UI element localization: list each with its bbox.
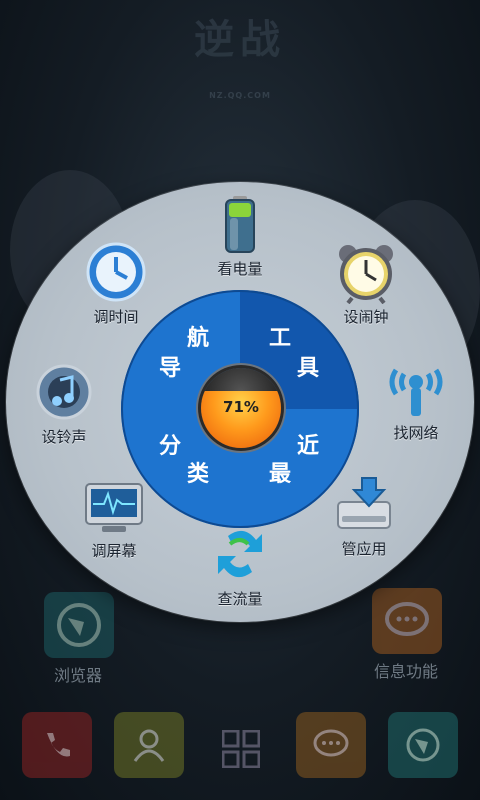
browser-app-label: 浏览器 — [53, 666, 102, 685]
phone-icon — [47, 733, 70, 757]
segment-categories-char-2: 类 — [187, 462, 210, 487]
menu-item-data-traffic[interactable]: 查流量 — [190, 522, 290, 609]
memory-gauge[interactable]: 71% — [201, 368, 281, 448]
menu-item-screen-label: 调屏幕 — [91, 542, 137, 560]
dock-phone[interactable] — [22, 712, 92, 778]
app-drawer-button[interactable] — [221, 729, 261, 769]
wallpaper-logo-subtext: NZ.QQ.COM — [209, 91, 271, 100]
segment-recent-char-2: 最 — [269, 462, 292, 487]
menu-item-ringtone[interactable]: 设铃声 — [14, 360, 114, 447]
segment-navigation-char-2: 导 — [159, 356, 182, 381]
memory-gauge-percent: 71% — [223, 398, 259, 416]
menu-item-data-traffic-label: 查流量 — [217, 590, 263, 608]
dock-browser[interactable] — [388, 712, 458, 778]
wallpaper-logo: 逆战 NZ.QQ.COM — [150, 10, 330, 100]
browser-app-icon[interactable] — [44, 592, 114, 658]
menu-item-network-label: 找网络 — [393, 424, 439, 442]
menu-item-battery[interactable]: 看电量 — [190, 192, 290, 279]
messages-app-label: 信息功能 — [373, 662, 438, 681]
chat-bubble-icon — [385, 602, 429, 636]
wifi-antenna-icon — [389, 368, 443, 416]
globe-icon — [57, 603, 101, 647]
battery-icon — [225, 196, 255, 253]
segment-navigation-char-1: 航 — [187, 326, 210, 351]
data-traffic-icon — [218, 530, 262, 578]
ringtone-icon — [36, 364, 92, 420]
app-drawer-icon — [221, 729, 261, 769]
segment-categories-char-1: 分 — [159, 434, 182, 459]
menu-item-battery-label: 看电量 — [217, 260, 263, 278]
segment-tools-char-1: 工 — [269, 326, 292, 351]
menu-item-app-manager-label: 管应用 — [341, 540, 387, 558]
wallpaper-logo-text: 逆战 — [194, 17, 286, 63]
category-wheel: 航 导 工 具 近 最 分 类 71% — [121, 290, 359, 528]
segment-tools-char-2: 具 — [297, 356, 320, 381]
menu-item-network[interactable]: 找网络 — [366, 356, 466, 443]
messages-icon — [313, 729, 349, 757]
contacts-icon — [133, 729, 165, 762]
dock-contacts[interactable] — [114, 712, 184, 778]
messages-app-icon[interactable] — [372, 588, 442, 654]
dock-messages[interactable] — [296, 712, 366, 778]
segment-recent-char-1: 近 — [297, 434, 320, 459]
menu-item-ringtone-label: 设铃声 — [41, 428, 87, 446]
browser-icon — [406, 728, 440, 762]
